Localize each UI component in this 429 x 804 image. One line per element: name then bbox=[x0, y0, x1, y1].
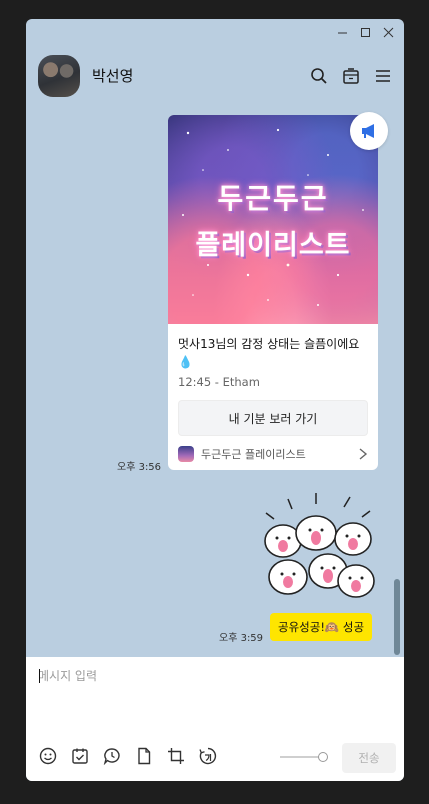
share-success-bubble[interactable]: 공유성공!🙉 성공 bbox=[270, 613, 373, 641]
cover-title-line1: 두근두근 bbox=[217, 182, 329, 215]
shared-playlist-card[interactable]: 두근두근 플레이리스트 멋사13님의 감정 상태는 슬픔이에요💧 12:45 -… bbox=[168, 115, 378, 470]
scrollbar-thumb[interactable] bbox=[394, 579, 400, 655]
hamster-sticker[interactable] bbox=[258, 489, 380, 607]
composer-toolbar bbox=[39, 747, 217, 765]
send-button[interactable]: 전송 bbox=[342, 743, 396, 773]
maximize-icon[interactable] bbox=[359, 26, 371, 38]
calendar-check-icon[interactable] bbox=[71, 747, 89, 765]
megaphone-icon[interactable] bbox=[350, 112, 388, 150]
card-description: 멋사13님의 감정 상태는 슬픔이에요💧 bbox=[178, 337, 360, 369]
card-source-link[interactable]: 두근두근 플레이리스트 bbox=[168, 438, 378, 470]
speech-bubble-icon[interactable] bbox=[103, 747, 121, 765]
window-controls bbox=[336, 26, 394, 38]
source-thumbnail bbox=[178, 446, 194, 462]
source-label: 두근두근 플레이리스트 bbox=[201, 448, 306, 461]
chat-name[interactable]: 박선영 bbox=[92, 65, 133, 86]
crop-icon[interactable] bbox=[167, 747, 185, 765]
close-icon[interactable] bbox=[382, 26, 394, 38]
playlist-cover-image[interactable]: 두근두근 플레이리스트 bbox=[168, 115, 378, 324]
emoji-icon[interactable] bbox=[39, 747, 57, 765]
opacity-slider-knob[interactable] bbox=[318, 752, 328, 762]
message-input[interactable] bbox=[38, 667, 390, 737]
search-icon[interactable] bbox=[310, 67, 328, 85]
text-caret bbox=[39, 669, 40, 683]
chat-window: 박선영 두근두근 플레이리스트 멋사13님의 감정 상태는 슬픔이에요💧 12:… bbox=[26, 19, 404, 781]
message-time: 오후 3:59 bbox=[219, 633, 264, 644]
menu-icon[interactable] bbox=[374, 67, 392, 85]
header-actions bbox=[310, 67, 392, 85]
chevron-right-icon bbox=[359, 448, 368, 460]
file-icon[interactable] bbox=[135, 747, 153, 765]
chat-header: 박선영 bbox=[26, 47, 404, 107]
minimize-icon[interactable] bbox=[336, 26, 348, 38]
cover-title-line2: 플레이리스트 bbox=[195, 230, 351, 261]
card-meta: 12:45 - Etham bbox=[178, 375, 260, 389]
translate-icon[interactable] bbox=[199, 747, 217, 765]
calendar-box-icon[interactable] bbox=[342, 67, 360, 85]
stars-decoration bbox=[182, 128, 364, 306]
message-time: 오후 3:56 bbox=[117, 462, 162, 473]
view-my-mood-button[interactable]: 내 기분 보러 가기 bbox=[178, 400, 368, 436]
message-composer: 전송 bbox=[26, 657, 404, 781]
avatar[interactable] bbox=[38, 55, 80, 97]
